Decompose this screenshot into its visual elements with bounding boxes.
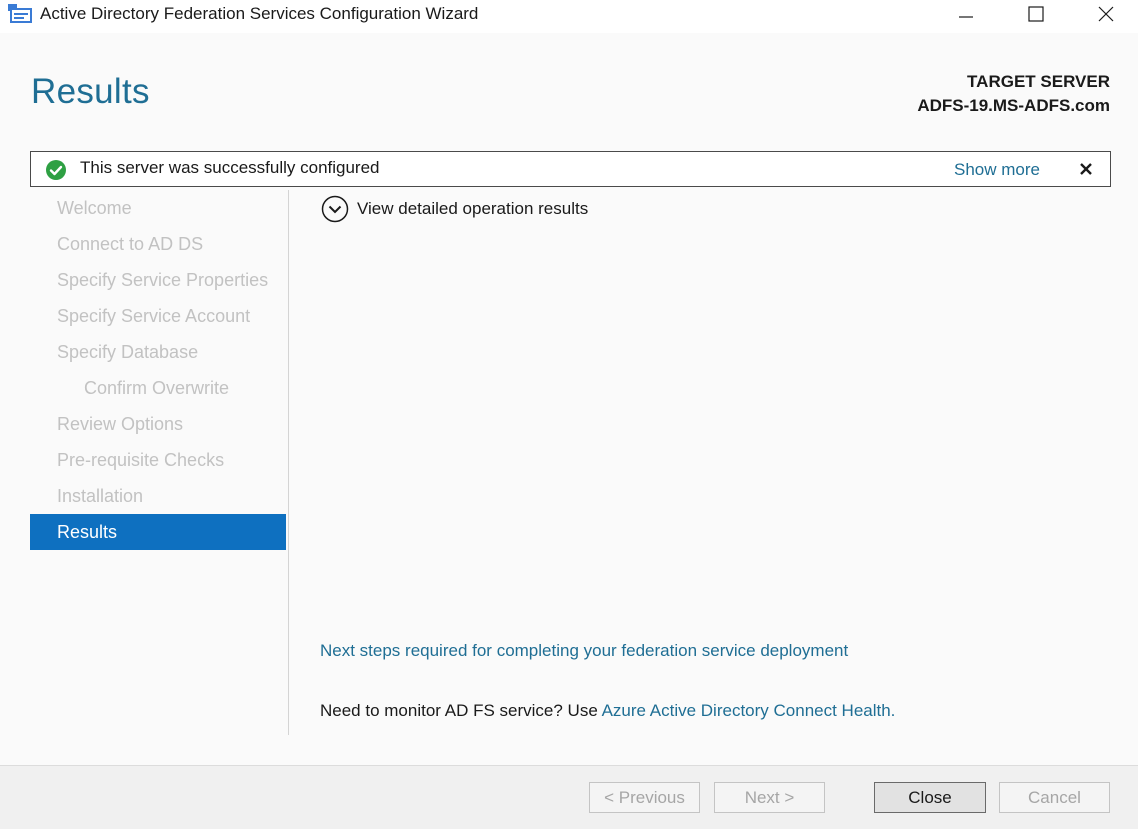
nav-step-confirm-overwrite: Confirm Overwrite bbox=[84, 378, 230, 398]
maximize-button[interactable] bbox=[1013, 0, 1059, 28]
window-title: Active Directory Federation Services Con… bbox=[40, 4, 479, 23]
nav-step-prerequisite-checks: Pre-requisite Checks bbox=[57, 450, 225, 470]
nav-step-database: Specify Database bbox=[57, 342, 199, 362]
minimize-icon bbox=[959, 16, 973, 18]
nav-step-welcome: Welcome bbox=[57, 198, 132, 218]
sidebar-divider bbox=[288, 190, 289, 735]
nav-step-installation: Installation bbox=[57, 486, 144, 506]
target-server-label: TARGET SERVER bbox=[967, 72, 1110, 91]
next-button[interactable]: Next > bbox=[714, 782, 825, 813]
wizard-steps-nav: Welcome Connect to AD DS Specify Service… bbox=[30, 190, 286, 550]
success-notification: This server was successfully configured … bbox=[30, 151, 1111, 187]
adfs-app-icon bbox=[8, 4, 32, 23]
minimize-button[interactable] bbox=[943, 0, 989, 28]
view-details-label: View detailed operation results bbox=[357, 199, 589, 218]
page-title: Results bbox=[31, 72, 150, 111]
nav-step-review-options: Review Options bbox=[57, 414, 184, 434]
title-bar: Active Directory Federation Services Con… bbox=[0, 0, 1138, 33]
nav-step-results[interactable]: Results bbox=[30, 514, 286, 550]
nav-step-service-account: Specify Service Account bbox=[57, 306, 251, 326]
chevron-down-circle-icon bbox=[321, 195, 349, 223]
connect-health-link[interactable]: Azure Active Directory Connect Health. bbox=[602, 701, 896, 720]
view-details-toggle[interactable]: View detailed operation results bbox=[321, 195, 588, 223]
close-button[interactable]: Close bbox=[874, 782, 986, 813]
show-more-link[interactable]: Show more bbox=[954, 160, 1040, 180]
next-steps-link[interactable]: Next steps required for completing your … bbox=[320, 641, 848, 661]
target-server-name: ADFS-19.MS-ADFS.com bbox=[917, 96, 1110, 115]
previous-button[interactable]: < Previous bbox=[589, 782, 700, 813]
target-server-block: TARGET SERVER ADFS-19.MS-ADFS.com bbox=[917, 70, 1110, 118]
wizard-footer: < Previous Next > Close Cancel bbox=[0, 765, 1138, 829]
dismiss-notification-icon[interactable] bbox=[1078, 161, 1094, 177]
cancel-button[interactable]: Cancel bbox=[999, 782, 1110, 813]
maximize-icon bbox=[1028, 6, 1044, 22]
window-close-button[interactable] bbox=[1083, 0, 1129, 28]
success-check-icon bbox=[46, 160, 66, 180]
close-icon bbox=[1098, 6, 1114, 22]
nav-step-service-properties: Specify Service Properties bbox=[57, 270, 269, 290]
monitor-prefix: Need to monitor AD FS service? Use bbox=[320, 701, 602, 720]
notification-message: This server was successfully configured bbox=[80, 158, 380, 177]
nav-step-connect-ad-ds: Connect to AD DS bbox=[57, 234, 204, 254]
monitor-text: Need to monitor AD FS service? Use Azure… bbox=[320, 701, 895, 721]
